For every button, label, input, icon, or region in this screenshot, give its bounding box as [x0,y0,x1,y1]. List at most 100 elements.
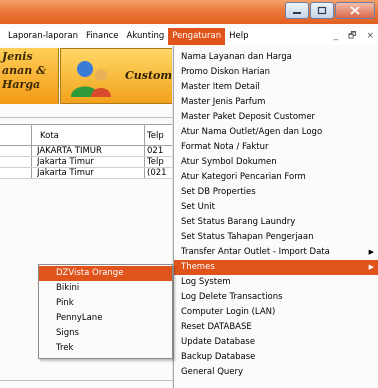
maximize-icon[interactable] [310,2,334,19]
pengaturan-menu: Nama Layanan dan Harga Promo Diskon Hari… [173,46,378,388]
grid-separator [0,117,180,118]
col-divider [144,125,145,145]
menu-item-nama-layanan[interactable]: Nama Layanan dan Harga [174,50,378,65]
menu-item-set-unit[interactable]: Set Unit [174,200,378,215]
cell-kota: Jakarta Timur [37,168,94,178]
col-divider [31,125,32,145]
menu-item-general-query[interactable]: General Query [174,365,378,380]
theme-signs[interactable]: Signs [39,326,172,341]
title-bar [0,0,378,24]
menu-item-reset-database[interactable]: Reset DATABASE [174,320,378,335]
menu-item-label: Set DB Properties [181,187,256,197]
menu-item-label: Backup Database [181,352,256,362]
menu-pengaturan[interactable]: Pengaturan [168,28,226,45]
menu-item-atur-kategori[interactable]: Atur Kategori Pencarian Form [174,170,378,185]
table-row[interactable]: Jakarta Timur Telp [0,157,180,168]
theme-pennylane[interactable]: PennyLane [39,311,172,326]
cell-telp: 021 [147,146,164,156]
theme-dzvista-orange[interactable]: DZVista Orange [39,266,172,281]
header-kota[interactable]: Kota [40,125,59,145]
menu-item-log-delete[interactable]: Log Delete Transactions [174,290,378,305]
menu-item-transfer-outlet[interactable]: Transfer Antar Outlet - Import Data ▶ [174,245,378,260]
banner-left-line1: Jenis [2,50,33,63]
menu-item-set-status-barang[interactable]: Set Status Barang Laundry [174,215,378,230]
menu-item-themes[interactable]: Themes ▶ [174,260,378,275]
menu-item-label: Computer Login (LAN) [181,307,276,317]
col-divider [144,146,145,156]
menu-item-set-db[interactable]: Set DB Properties [174,185,378,200]
menu-item-label: Set Unit [181,202,215,212]
menu-item-atur-symbol[interactable]: Atur Symbol Dokumen [174,155,378,170]
minimize-icon[interactable] [285,2,309,19]
jenis-layanan-button[interactable]: Jenis anan & Harga [0,48,59,104]
col-divider [31,168,32,178]
mdi-controls: _ 🗗 × [334,28,375,45]
minimize-glyph [293,11,301,14]
submenu-arrow-icon: ▶ [368,248,374,256]
mdi-close-icon[interactable]: × [366,28,374,45]
menu-laporan[interactable]: Laporan-laporan [4,28,82,45]
menu-item-label: Atur Nama Outlet/Agen dan Logo [181,127,323,137]
table-row[interactable]: Jakarta Timur (021 [0,168,180,179]
menu-item-update-database[interactable]: Update Database [174,335,378,350]
close-glyph [350,6,360,15]
menu-item-master-paket[interactable]: Master Paket Deposit Customer [174,110,378,125]
menu-item-label: Set Status Tahapan Pengerjaan [181,232,314,242]
menu-help[interactable]: Help [225,28,252,45]
menu-item-label: Transfer Antar Outlet - Import Data [181,247,330,257]
cell-kota: Jakarta Timur [37,157,94,167]
mdi-restore-icon[interactable]: 🗗 [348,28,356,45]
grid-footer-line [0,380,180,381]
menu-item-label: Atur Kategori Pencarian Form [181,172,306,182]
theme-trek[interactable]: Trek [39,341,172,356]
col-divider [31,146,32,156]
menu-item-label: Log Delete Transactions [181,292,283,302]
customer-button[interactable]: Customer [60,48,185,104]
banner-left-line2: anan & [2,64,47,77]
cell-telp: (021 [147,168,167,178]
menu-item-label: Reset DATABASE [181,322,252,332]
close-icon[interactable] [335,2,375,19]
submenu-arrow-icon: ▶ [368,263,374,271]
menu-item-atur-outlet[interactable]: Atur Nama Outlet/Agen dan Logo [174,125,378,140]
menu-item-format-nota[interactable]: Format Nota / Faktur [174,140,378,155]
menu-item-label: Nama Layanan dan Harga [181,52,292,62]
mdi-minimize-icon[interactable]: _ [334,28,339,45]
table-row[interactable]: JAKARTA TIMUR 021 [0,146,180,157]
header-telp[interactable]: Telp [147,125,164,145]
menu-item-label: Set Status Barang Laundry [181,217,296,227]
table-header: Kota Telp [0,124,180,146]
menu-bar: Laporan-laporan Finance Akunting Pengatu… [0,28,378,45]
col-divider [144,157,145,167]
col-divider [144,168,145,178]
menu-item-log-system[interactable]: Log System [174,275,378,290]
menu-item-label: Promo Diskon Harian [181,67,270,77]
menu-item-set-status-tahapan[interactable]: Set Status Tahapan Pengerjaan [174,230,378,245]
theme-pink[interactable]: Pink [39,296,172,311]
menu-item-label: Master Jenis Parfum [181,97,266,107]
menu-finance[interactable]: Finance [82,28,123,45]
menu-item-label: Update Database [181,337,256,347]
customer-icon [71,61,111,97]
menu-item-label: Master Paket Deposit Customer [181,112,316,122]
menu-item-label: General Query [181,367,244,377]
window-controls [284,2,375,19]
banner-left-line3: Harga [2,78,41,91]
menu-item-backup-database[interactable]: Backup Database [174,350,378,365]
menu-item-master-item[interactable]: Master Item Detail [174,80,378,95]
menu-item-promo-diskon[interactable]: Promo Diskon Harian [174,65,378,80]
menu-item-master-parfum[interactable]: Master Jenis Parfum [174,95,378,110]
maximize-glyph [317,6,327,15]
menu-item-label: Atur Symbol Dokumen [181,157,277,167]
menu-akunting[interactable]: Akunting [123,28,169,45]
cell-kota: JAKARTA TIMUR [37,146,102,156]
menu-item-label: Themes [181,262,215,272]
menu-item-computer-login[interactable]: Computer Login (LAN) [174,305,378,320]
themes-submenu: DZVista Orange Bikini Pink PennyLane Sig… [38,264,173,359]
theme-bikini[interactable]: Bikini [39,281,172,296]
menu-item-label: Format Nota / Faktur [181,142,269,152]
col-divider [31,157,32,167]
menu-item-label: Log System [181,277,231,287]
customer-table: Kota Telp JAKARTA TIMUR 021 Jakarta Timu… [0,124,180,179]
cell-telp: Telp [147,157,164,167]
